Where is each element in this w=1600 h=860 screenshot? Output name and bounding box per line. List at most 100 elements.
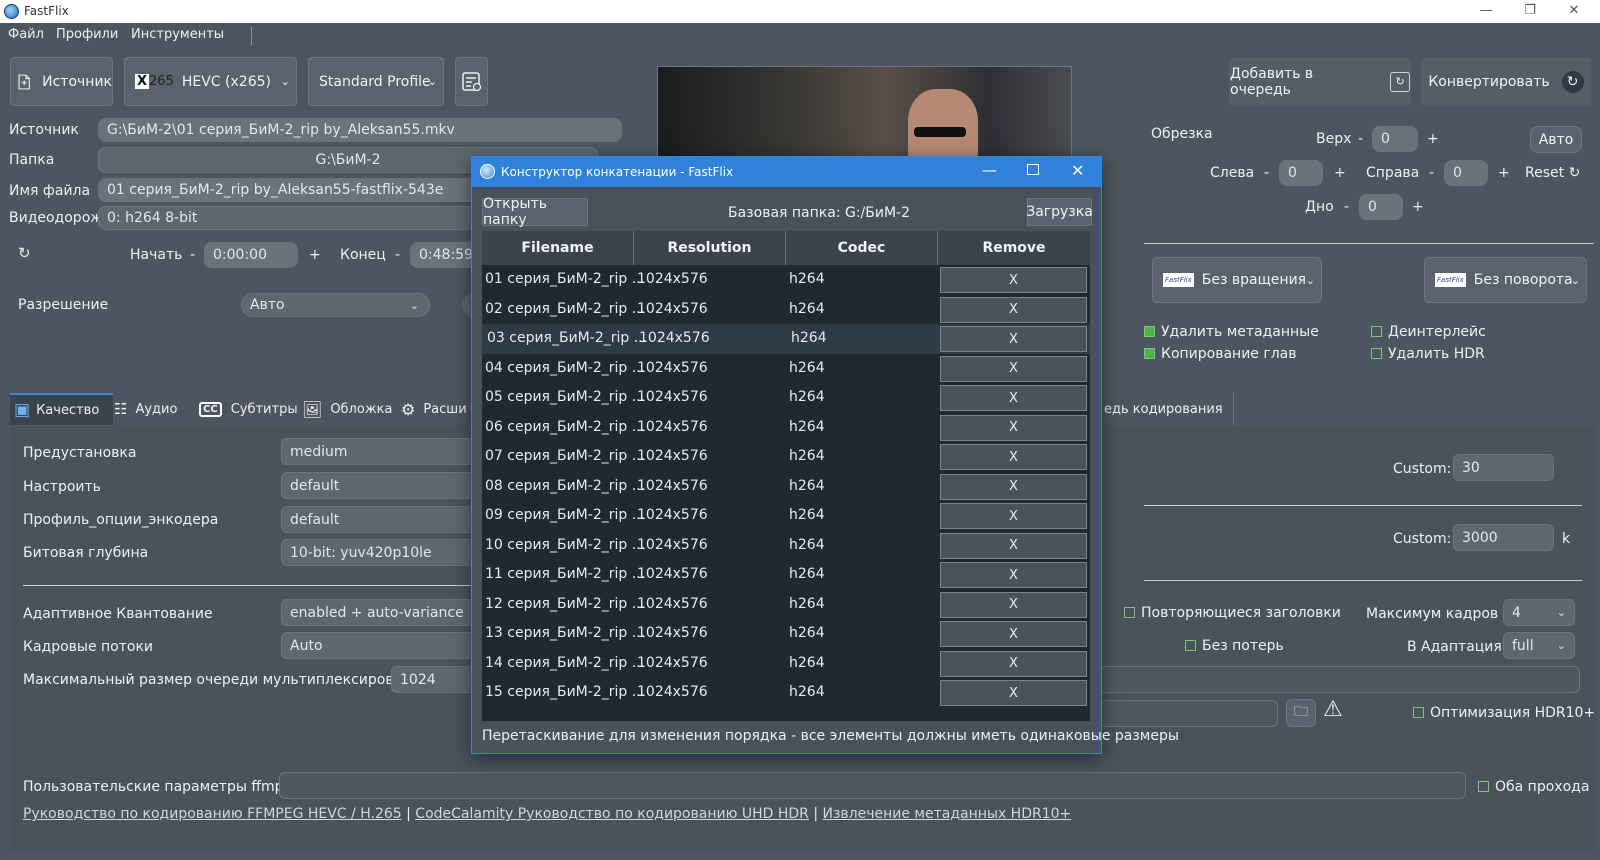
table-row[interactable]: 07 серия_БиМ-2_rip ... 1024x576 h264 X bbox=[482, 442, 1090, 472]
tab-audio[interactable]: ☷ Аудио bbox=[114, 393, 192, 425]
both-passes-checkbox[interactable]: Оба прохода bbox=[1478, 779, 1589, 795]
remove-row-button[interactable]: X bbox=[940, 385, 1087, 411]
remove-row-button[interactable]: X bbox=[940, 532, 1087, 559]
tab-quality[interactable]: ▣ Качество bbox=[10, 393, 113, 425]
preset-select[interactable]: medium bbox=[281, 438, 481, 465]
crop-bottom-plus[interactable]: + bbox=[1412, 199, 1424, 215]
crop-top-plus[interactable]: + bbox=[1427, 131, 1439, 147]
column-header-filename[interactable]: Filename bbox=[482, 231, 634, 265]
table-row[interactable]: 14 серия_БиМ-2_rip ... 1024x576 h264 X bbox=[482, 649, 1090, 679]
table-row[interactable]: 01 серия_БиМ-2_rip ... 1024x576 h264 X bbox=[482, 265, 1090, 295]
aq-select[interactable]: enabled + auto-variance bbox=[281, 599, 481, 626]
remove-row-button[interactable]: X bbox=[940, 444, 1087, 470]
dialog-maximize-button[interactable] bbox=[1027, 164, 1039, 175]
table-row[interactable]: 06 серия_БиМ-2_rip ... 1024x576 h264 X bbox=[482, 413, 1090, 443]
crop-reset-button[interactable]: Reset ↻ bbox=[1525, 165, 1580, 181]
profile-settings-button[interactable] bbox=[455, 57, 488, 106]
table-row[interactable]: 05 серия_БиМ-2_rip ... 1024x576 h264 X bbox=[482, 383, 1090, 413]
profile-select[interactable]: Standard Profile ⌄ bbox=[308, 57, 444, 106]
remove-row-button[interactable]: X bbox=[940, 296, 1087, 323]
copy-chapters-checkbox[interactable]: Копирование глав bbox=[1144, 346, 1297, 362]
crop-bottom-field[interactable]: 0 bbox=[1359, 194, 1403, 220]
open-folder-button[interactable]: Открыть папку bbox=[482, 196, 588, 228]
remove-metadata-checkbox[interactable]: Удалить метаданные bbox=[1144, 324, 1319, 340]
remove-row-button[interactable]: X bbox=[940, 503, 1087, 529]
max-bframes-select[interactable]: 4 ⌄ bbox=[1503, 599, 1575, 626]
table-row[interactable]: 03 серия_БиМ-2_rip ... 1024x576 h264 X bbox=[482, 324, 1090, 354]
end-time-field[interactable]: 0:48:59.9 bbox=[410, 242, 480, 268]
crop-auto-button[interactable]: Авто bbox=[1530, 126, 1582, 153]
convert-button[interactable]: Конвертировать ↻ bbox=[1421, 57, 1591, 106]
custom-bitrate-field[interactable]: 3000 bbox=[1453, 524, 1554, 551]
remove-row-button[interactable]: X bbox=[940, 621, 1087, 647]
menu-file[interactable]: Файл bbox=[8, 27, 44, 42]
hdr10-file-field[interactable] bbox=[1100, 700, 1278, 727]
codec-select[interactable]: X 265 HEVC (x265) ⌄ bbox=[124, 57, 297, 106]
minimize-button[interactable]: — bbox=[1466, 1, 1506, 21]
repeat-headers-checkbox[interactable]: Повторяющиеся заголовки bbox=[1124, 605, 1341, 621]
table-row[interactable]: 04 серия_БиМ-2_rip ... 1024x576 h264 X bbox=[482, 354, 1090, 384]
end-minus[interactable]: - bbox=[395, 247, 400, 263]
table-row[interactable]: 15 серия_БиМ-2_rip ... 1024x576 h264 X bbox=[482, 678, 1090, 708]
custom-crf-field[interactable]: 30 bbox=[1453, 454, 1554, 481]
menu-tools[interactable]: Инструменты bbox=[131, 27, 224, 42]
start-plus[interactable]: + bbox=[309, 247, 321, 263]
hdr10-opt-checkbox[interactable]: Оптимизация HDR10+ bbox=[1413, 705, 1595, 721]
crop-top-minus[interactable]: - bbox=[1358, 131, 1363, 147]
crop-left-field[interactable]: 0 bbox=[1279, 160, 1323, 186]
table-row[interactable]: 02 серия_БиМ-2_rip ... 1024x576 h264 X bbox=[482, 295, 1090, 325]
dialog-minimize-button[interactable]: — bbox=[982, 161, 997, 179]
crop-right-plus[interactable]: + bbox=[1498, 165, 1510, 181]
remove-row-button[interactable]: X bbox=[940, 591, 1087, 618]
source-path-field[interactable]: G:\БиМ-2\01 серия_БиМ-2_rip by_Aleksan55… bbox=[98, 118, 622, 142]
menu-profiles[interactable]: Профили bbox=[56, 27, 118, 42]
crop-right-field[interactable]: 0 bbox=[1444, 160, 1488, 186]
bit-depth-select[interactable]: 10-bit: yuv420p10le bbox=[281, 539, 481, 566]
deinterlace-checkbox[interactable]: Деинтерлейс bbox=[1371, 324, 1486, 340]
dialog-close-button[interactable]: ✕ bbox=[1071, 161, 1084, 180]
close-button[interactable]: ✕ bbox=[1554, 1, 1594, 21]
table-row[interactable]: 10 серия_БиМ-2_rip ... 1024x576 h264 X bbox=[482, 531, 1090, 561]
tune-select[interactable]: default bbox=[281, 472, 481, 499]
crop-left-minus[interactable]: - bbox=[1264, 165, 1269, 181]
table-row[interactable]: 11 серия_БиМ-2_rip ... 1024x576 h264 X bbox=[482, 560, 1090, 590]
extra-params-field[interactable] bbox=[1100, 666, 1580, 693]
column-header-resolution[interactable]: Resolution bbox=[634, 231, 786, 265]
column-header-remove[interactable]: Remove bbox=[938, 231, 1090, 265]
source-button[interactable]: Источник bbox=[10, 57, 113, 106]
crop-bottom-minus[interactable]: - bbox=[1344, 199, 1349, 215]
remove-row-button[interactable]: X bbox=[940, 355, 1087, 382]
tab-queue[interactable]: едь кодирования bbox=[1102, 393, 1234, 425]
remove-row-button[interactable]: X bbox=[940, 473, 1087, 500]
crop-left-plus[interactable]: + bbox=[1334, 165, 1346, 181]
remove-row-button[interactable]: X bbox=[940, 326, 1087, 352]
remove-row-button[interactable]: X bbox=[940, 414, 1087, 441]
table-row[interactable]: 09 серия_БиМ-2_rip ... 1024x576 h264 X bbox=[482, 501, 1090, 531]
table-row[interactable]: 13 серия_БиМ-2_rip ... 1024x576 h264 X bbox=[482, 619, 1090, 649]
uhd-hdr-guide-link[interactable]: CodeCalamity Руководство по кодированию … bbox=[415, 806, 809, 822]
table-row[interactable]: 12 серия_БиМ-2_rip ... 1024x576 h264 X bbox=[482, 590, 1090, 620]
resolution-select[interactable]: Авто ⌄ bbox=[241, 293, 430, 317]
tab-cover[interactable]: 🖼 Обложка bbox=[302, 393, 392, 425]
crop-right-minus[interactable]: - bbox=[1429, 165, 1434, 181]
load-button[interactable]: Загрузка bbox=[1026, 198, 1093, 226]
frame-threads-select[interactable]: Auto bbox=[281, 632, 481, 659]
start-minus[interactable]: - bbox=[190, 247, 195, 263]
reset-time-icon[interactable]: ↻ bbox=[18, 244, 31, 262]
hdr10-metadata-link[interactable]: Извлечение метаданных HDR10+ bbox=[822, 806, 1071, 822]
column-header-codec[interactable]: Codec bbox=[786, 231, 938, 265]
browse-folder-button[interactable]: 🗀 bbox=[1286, 699, 1316, 727]
tab-advanced[interactable]: ⚙ Расши bbox=[401, 393, 471, 425]
table-row[interactable]: 08 серия_БиМ-2_rip ... 1024x576 h264 X bbox=[482, 472, 1090, 502]
maximize-button[interactable]: ❐ bbox=[1510, 1, 1550, 21]
remove-hdr-checkbox[interactable]: Удалить HDR bbox=[1371, 346, 1485, 362]
tab-subtitles[interactable]: CC Субтитры bbox=[199, 393, 298, 425]
add-to-queue-button[interactable]: Добавить в очередь ↻ bbox=[1229, 57, 1411, 106]
hevc-guide-link[interactable]: Руководство по кодированию FFMPEG HEVC /… bbox=[23, 806, 402, 822]
encoder-profile-select[interactable]: default bbox=[281, 506, 481, 533]
flip-select[interactable]: FastFlix Без поворота ⌄ bbox=[1424, 257, 1587, 303]
remove-row-button[interactable]: X bbox=[940, 267, 1087, 293]
remove-row-button[interactable]: X bbox=[940, 650, 1087, 677]
crop-top-field[interactable]: 0 bbox=[1372, 126, 1418, 152]
mux-queue-field[interactable]: 1024 bbox=[391, 666, 481, 693]
